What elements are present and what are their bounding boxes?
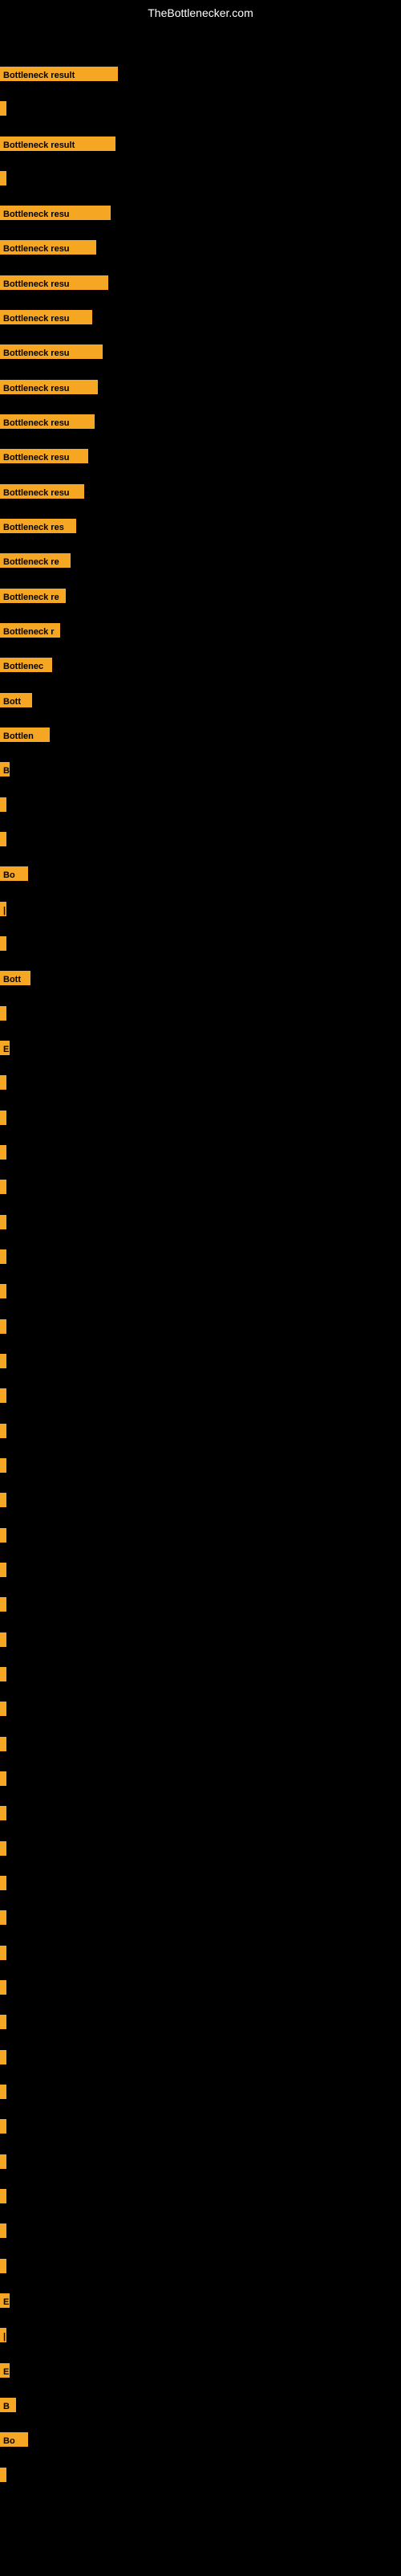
bottleneck-bar bbox=[0, 1841, 6, 1856]
bottleneck-bar bbox=[0, 1249, 6, 1264]
bottleneck-bar bbox=[0, 1424, 6, 1438]
bottleneck-bar: Bottleneck res bbox=[0, 519, 76, 533]
bottleneck-bar bbox=[0, 2050, 6, 2064]
bottleneck-bar: Bottleneck result bbox=[0, 67, 118, 81]
bottleneck-bar bbox=[0, 1354, 6, 1368]
bottleneck-bar bbox=[0, 2468, 6, 2482]
bottleneck-bar: Bottlen bbox=[0, 728, 50, 742]
bottleneck-bar: Bottleneck resu bbox=[0, 414, 95, 429]
bottleneck-bar bbox=[0, 1946, 6, 1960]
bottleneck-bar bbox=[0, 1667, 6, 1681]
bottleneck-bar bbox=[0, 2154, 6, 2169]
bottleneck-bar bbox=[0, 2189, 6, 2203]
bottleneck-bar bbox=[0, 2085, 6, 2099]
bottleneck-bar bbox=[0, 1597, 6, 1612]
bottleneck-bar: Bottlenec bbox=[0, 658, 52, 672]
bottleneck-bar bbox=[0, 1771, 6, 1786]
bottleneck-bar bbox=[0, 1006, 6, 1021]
bottleneck-bar: Bottleneck re bbox=[0, 553, 71, 568]
bottleneck-bar: Bottleneck result bbox=[0, 137, 115, 151]
bottleneck-bar: Bottleneck r bbox=[0, 623, 60, 638]
bottleneck-bar bbox=[0, 1180, 6, 1194]
bottleneck-bar bbox=[0, 2223, 6, 2238]
bottleneck-bar: Bottleneck resu bbox=[0, 449, 88, 463]
bottleneck-bar bbox=[0, 1111, 6, 1125]
bottleneck-bar bbox=[0, 1632, 6, 1647]
bottleneck-bar: Bottleneck resu bbox=[0, 240, 96, 255]
bottleneck-bar bbox=[0, 936, 6, 951]
bottleneck-bar bbox=[0, 1215, 6, 1229]
bottleneck-bar bbox=[0, 2259, 6, 2273]
bottleneck-bar bbox=[0, 1528, 6, 1543]
bottleneck-bar: E bbox=[0, 2363, 10, 2378]
bottleneck-bar bbox=[0, 1806, 6, 1820]
bottleneck-bar: Bo bbox=[0, 866, 28, 881]
bottleneck-bar bbox=[0, 171, 6, 185]
bottleneck-bar bbox=[0, 832, 6, 846]
bottleneck-bar bbox=[0, 1702, 6, 1716]
bottleneck-bar bbox=[0, 1075, 6, 1090]
bottleneck-bar bbox=[0, 2015, 6, 2029]
bottleneck-bar: Bottleneck re bbox=[0, 589, 66, 603]
bottleneck-bar bbox=[0, 1145, 6, 1160]
bottleneck-bar: Bo bbox=[0, 2432, 28, 2447]
bottleneck-bar: E bbox=[0, 1041, 10, 1055]
bottleneck-bar bbox=[0, 1563, 6, 1577]
bottleneck-bar: Bott bbox=[0, 971, 30, 985]
bottleneck-bar bbox=[0, 101, 6, 116]
bottleneck-bar bbox=[0, 1737, 6, 1751]
bottleneck-bar: Bottleneck resu bbox=[0, 275, 108, 290]
bottleneck-bar bbox=[0, 1319, 6, 1334]
bottleneck-bar bbox=[0, 797, 6, 812]
bottleneck-bar bbox=[0, 1910, 6, 1925]
bottleneck-bar: Bott bbox=[0, 693, 32, 707]
bottleneck-bar bbox=[0, 1876, 6, 1890]
bottleneck-bar bbox=[0, 1493, 6, 1507]
bottleneck-bar: Bottleneck resu bbox=[0, 484, 84, 499]
bottleneck-bar bbox=[0, 1980, 6, 1995]
bottleneck-bar bbox=[0, 1458, 6, 1473]
bottleneck-bar: B bbox=[0, 762, 10, 776]
bottleneck-bar: Bottleneck resu bbox=[0, 310, 92, 324]
bottleneck-bar bbox=[0, 1284, 6, 1298]
bottleneck-bar: B bbox=[0, 2398, 16, 2412]
bottleneck-bar: | bbox=[0, 902, 6, 916]
bottleneck-bar: Bottleneck resu bbox=[0, 206, 111, 220]
bottleneck-bar bbox=[0, 1388, 6, 1403]
bottleneck-bar: E bbox=[0, 2293, 10, 2308]
site-title: TheBottlenecker.com bbox=[0, 0, 401, 22]
bottleneck-bar: Bottleneck resu bbox=[0, 380, 98, 394]
bottleneck-bar bbox=[0, 2119, 6, 2134]
bottleneck-bar: Bottleneck resu bbox=[0, 344, 103, 359]
bottleneck-bar: | bbox=[0, 2328, 6, 2342]
